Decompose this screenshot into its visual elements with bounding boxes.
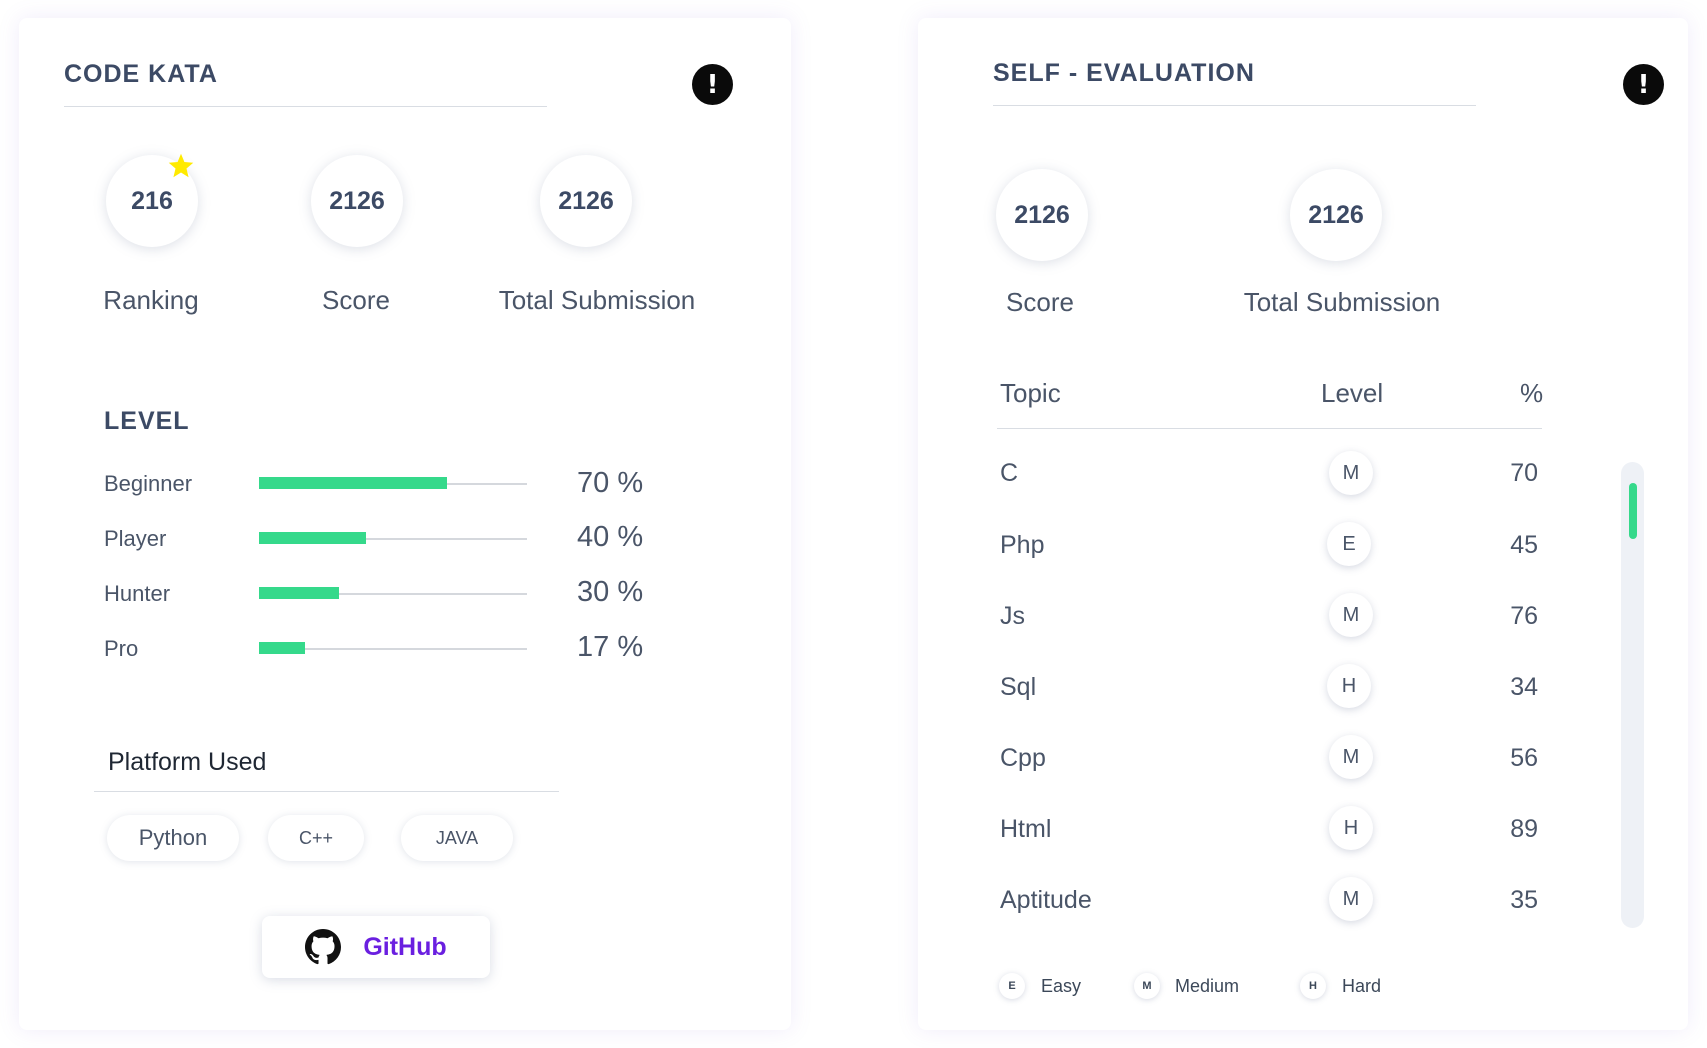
self-total-submission-value: 2126 [1308, 200, 1364, 229]
row-topic: Html [1000, 815, 1052, 843]
row-percent: 56 [1510, 744, 1538, 772]
platform-divider [94, 791, 559, 792]
table-header-topic: Topic [1000, 378, 1061, 408]
level-percent: 17 % [577, 631, 644, 663]
github-button[interactable]: GitHub [262, 916, 490, 978]
table-scrollbar[interactable] [1621, 462, 1644, 928]
row-level-badge: H [1327, 664, 1371, 708]
level-percent: 30 % [577, 576, 644, 608]
row-percent: 34 [1510, 673, 1538, 701]
level-percent: 40 % [577, 521, 644, 553]
level-name: Hunter [104, 581, 171, 606]
legend-badge-text: H [1309, 980, 1317, 992]
self-evaluation-info-button[interactable]: ! [1623, 64, 1664, 105]
table-header-divider [997, 428, 1542, 429]
platform-used-title: Platform Used [108, 748, 267, 776]
legend-badge-hard: H [1300, 973, 1326, 999]
legend-label-hard: Hard [1342, 976, 1382, 996]
legend-badge-medium: M [1134, 973, 1160, 999]
row-topic: C [1000, 459, 1019, 487]
self-score-stat-circle: 2126 [996, 169, 1088, 261]
row-level-badge: M [1329, 877, 1373, 921]
total-submission-stat-circle: 2126 [540, 155, 632, 247]
row-level-text: H [1343, 816, 1359, 839]
level-bar-fill [259, 532, 366, 544]
ranking-value: 216 [131, 186, 173, 215]
level-name: Player [104, 526, 167, 551]
row-level-text: M [1342, 461, 1360, 484]
table-header-percent: % [1520, 378, 1544, 408]
platform-chip-label: JAVA [435, 827, 479, 848]
legend-badge-text: M [1142, 980, 1152, 992]
row-percent: 35 [1510, 886, 1538, 914]
platform-chip-label: Python [138, 825, 208, 850]
table-header-level: Level [1321, 378, 1384, 408]
level-title: LEVEL [104, 407, 190, 435]
row-level-text: H [1341, 674, 1357, 697]
legend-badge-text: E [1008, 980, 1016, 992]
row-level-badge: M [1329, 451, 1373, 495]
row-level-badge: M [1329, 593, 1373, 637]
row-level-badge: M [1329, 735, 1373, 779]
score-stat-circle: 2126 [311, 155, 403, 247]
row-percent: 76 [1510, 602, 1538, 630]
row-topic: Js [1000, 602, 1025, 630]
exclamation-icon: ! [1637, 69, 1650, 100]
self-total-submission-label: Total Submission [1243, 287, 1441, 317]
level-name: Pro [104, 636, 139, 661]
row-level-badge: E [1327, 522, 1371, 566]
star-icon [168, 153, 194, 178]
platform-chip-label: C++ [298, 827, 334, 848]
row-level-text: E [1342, 532, 1356, 555]
self-evaluation-title-divider [993, 105, 1476, 106]
row-topic: Aptitude [1000, 886, 1092, 914]
code-kata-info-button[interactable]: ! [692, 64, 733, 105]
table-scrollbar-thumb[interactable] [1629, 483, 1637, 539]
platform-chip-python[interactable]: Python [107, 815, 239, 861]
level-name: Beginner [104, 471, 193, 496]
row-level-badge: H [1329, 806, 1373, 850]
platform-chip-java[interactable]: JAVA [401, 815, 513, 861]
row-level-text: M [1342, 745, 1360, 768]
platform-chip-cpp[interactable]: C++ [268, 815, 364, 861]
legend-badge-easy: E [999, 973, 1025, 999]
row-percent: 70 [1510, 459, 1538, 487]
row-percent: 45 [1510, 531, 1538, 559]
level-bar-fill [259, 477, 447, 489]
total-submission-value: 2126 [558, 186, 614, 215]
row-topic: Sql [1000, 673, 1037, 701]
github-label: GitHub [363, 932, 447, 961]
self-score-label: Score [1006, 287, 1074, 317]
row-topic: Cpp [1000, 744, 1046, 772]
exclamation-icon: ! [706, 69, 719, 100]
row-level-text: M [1342, 887, 1360, 910]
legend-label-medium: Medium [1175, 976, 1240, 996]
legend-label-easy: Easy [1041, 976, 1082, 996]
self-score-value: 2126 [1014, 200, 1070, 229]
level-percent: 70 % [577, 467, 644, 499]
code-kata-title: CODE KATA [64, 60, 218, 88]
level-bar-fill [259, 642, 305, 654]
ranking-label: Ranking [103, 285, 199, 315]
github-icon [305, 929, 342, 965]
score-value: 2126 [329, 186, 385, 215]
self-total-submission-stat-circle: 2126 [1290, 169, 1382, 261]
total-submission-label: Total Submission [498, 285, 696, 315]
code-kata-title-divider [64, 106, 547, 107]
level-bar-fill [259, 587, 339, 599]
row-level-text: M [1342, 603, 1360, 626]
self-evaluation-title: SELF - EVALUATION [993, 59, 1255, 87]
row-percent: 89 [1510, 815, 1538, 843]
score-label: Score [322, 285, 390, 315]
row-topic: Php [1000, 531, 1045, 559]
